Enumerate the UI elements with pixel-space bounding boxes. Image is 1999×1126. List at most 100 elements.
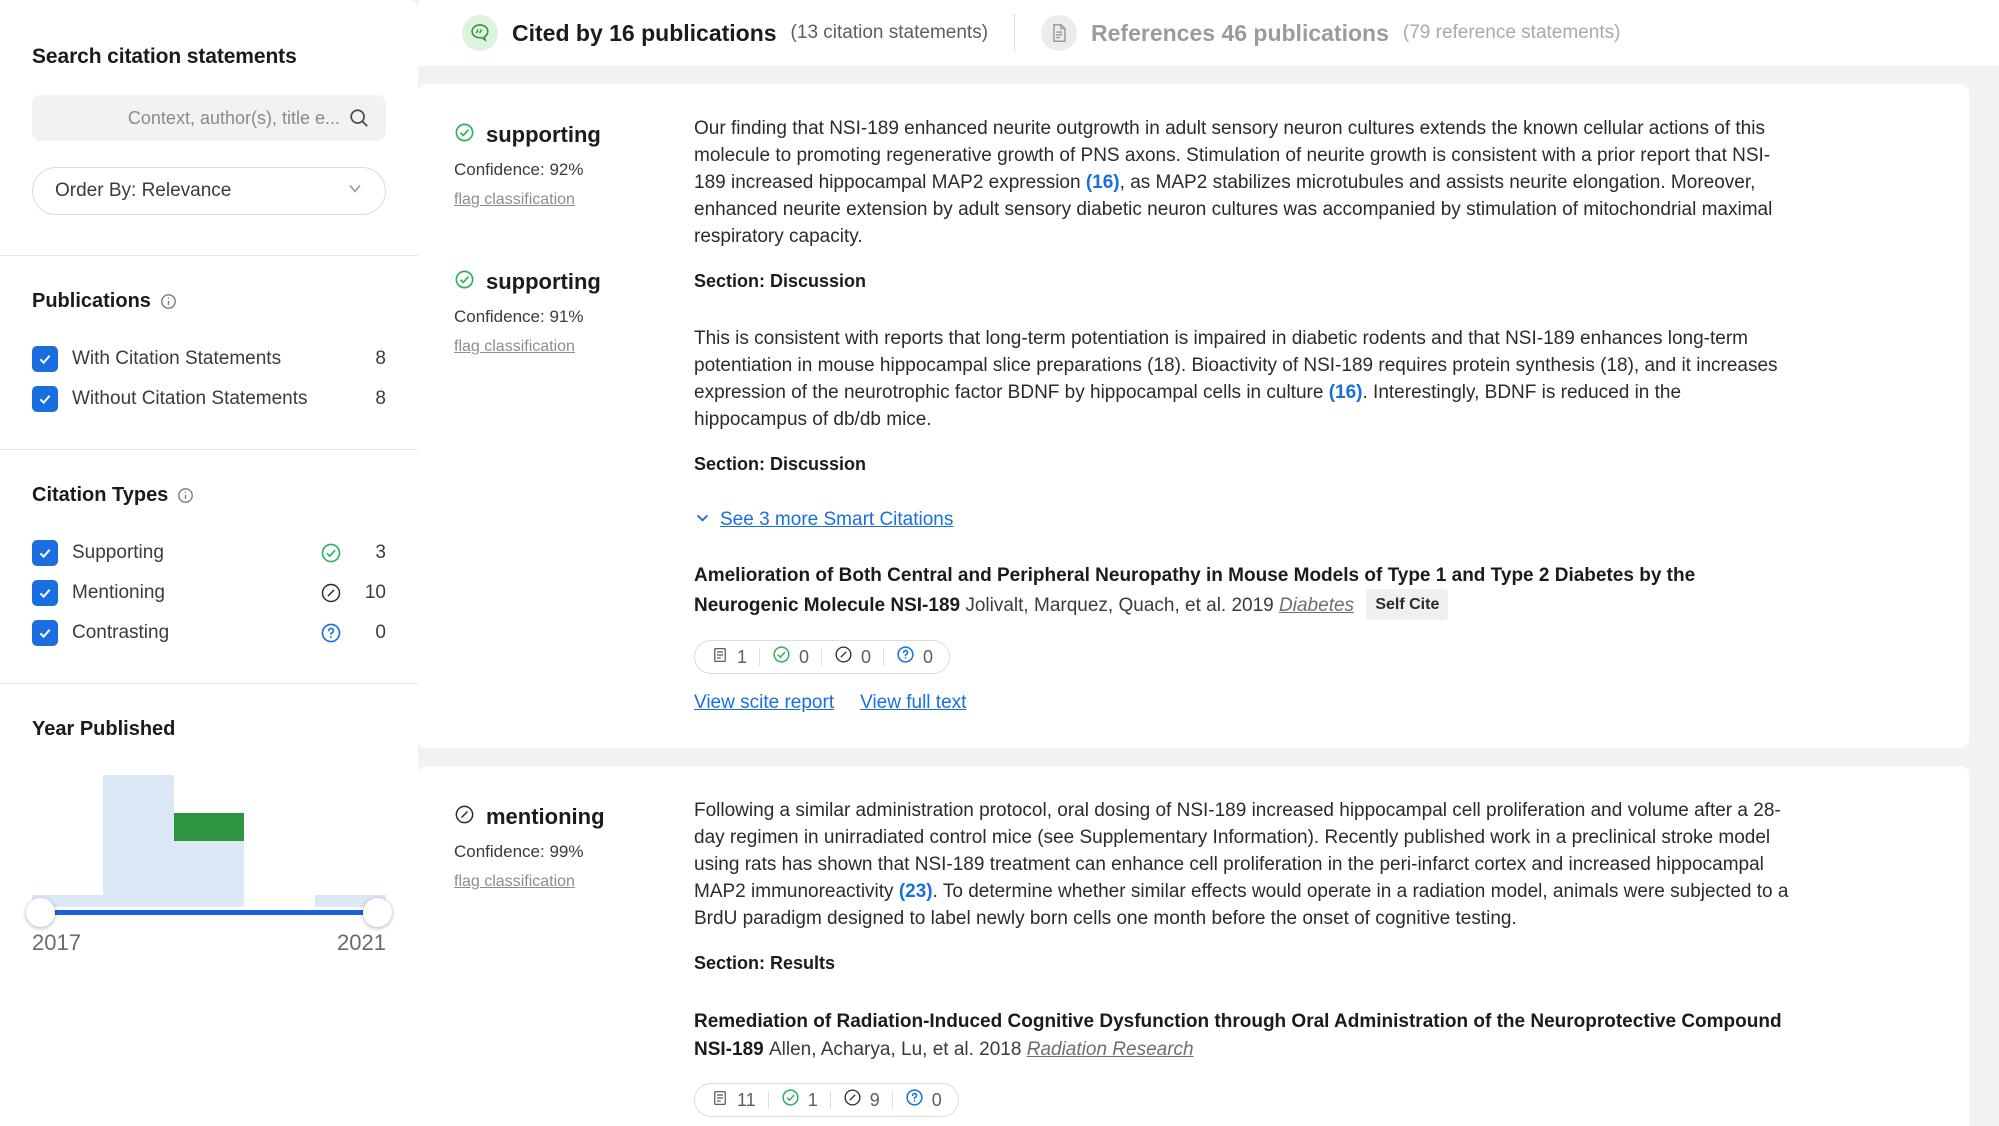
checkbox-with-citation-statements[interactable] [32, 346, 58, 372]
filter-row-without-citation-statements[interactable]: Without Citation Statements 8 [32, 379, 386, 419]
publications-heading-label: Publications [32, 290, 151, 313]
view-full-text-link[interactable]: View full text [860, 692, 966, 714]
stat-value: 0 [799, 647, 809, 668]
year-published-filter: Year Published [0, 684, 418, 1126]
stat-value: 0 [861, 647, 871, 668]
info-icon[interactable] [177, 487, 194, 504]
filter-row-contrasting[interactable]: Contrasting 0 [32, 613, 386, 653]
classification-type: supporting [486, 122, 601, 148]
stat-value: 9 [870, 1090, 880, 1111]
slider-handle-max[interactable] [363, 898, 392, 927]
card-links: View scite report View full text [694, 692, 1794, 714]
stat-mentioning[interactable]: 0 [822, 645, 883, 669]
stat-supporting[interactable]: 1 [769, 1088, 830, 1112]
search-heading: Search citation statements [32, 0, 386, 69]
filter-count: 10 [352, 582, 386, 604]
histogram-bar-2020 [244, 775, 315, 907]
citation-stats-chips: 11 1 [694, 1083, 959, 1117]
confidence-value: Confidence: 99% [454, 842, 694, 862]
publication-authors: Allen, Acharya, Lu, et al. [769, 1039, 974, 1060]
stat-contrasting[interactable]: 0 [884, 645, 945, 669]
citation-statement: Our finding that NSI-189 enhanced neurit… [694, 116, 1794, 292]
citation-types-filter: Citation Types Supporting 3 [0, 450, 418, 683]
citation-types-heading-label: Citation Types [32, 484, 168, 507]
stat-supporting[interactable]: 0 [760, 645, 821, 669]
see-more-smart-citations-link[interactable]: See 3 more Smart Citations [694, 509, 1794, 532]
tab-cited-by[interactable]: Cited by 16 publications (13 citation st… [440, 0, 1010, 66]
quote-bubble-icon [462, 15, 498, 51]
flag-classification-link[interactable]: flag classification [454, 338, 575, 355]
publication-journal[interactable]: Diabetes [1279, 595, 1354, 616]
publications-filter: Publications With Citation Statements 8 [0, 256, 418, 449]
publication-year: 2018 [979, 1039, 1021, 1060]
publications-heading: Publications [32, 290, 386, 313]
flag-classification-link[interactable]: flag classification [454, 191, 575, 208]
stat-citing-publications[interactable]: 1 [699, 646, 759, 669]
checkbox-supporting[interactable] [32, 540, 58, 566]
citation-list[interactable]: supporting Confidence: 92% flag classifi… [418, 66, 1999, 1126]
classification-column: supporting Confidence: 92% flag classifi… [454, 116, 694, 714]
checkbox-mentioning[interactable] [32, 580, 58, 606]
stat-contrasting[interactable]: 0 [893, 1088, 954, 1112]
tab-references-title: References 46 publications [1091, 20, 1389, 47]
self-cite-badge: Self Cite [1366, 589, 1448, 620]
publication-year: 2019 [1231, 595, 1273, 616]
checkbox-without-citation-statements[interactable] [32, 386, 58, 412]
stat-value: 11 [737, 1090, 756, 1111]
stat-value: 1 [737, 647, 747, 668]
filter-label: Supporting [72, 542, 310, 564]
document-icon [711, 646, 729, 669]
histogram-bar-2017 [32, 775, 103, 907]
publication-title[interactable]: Remediation of Radiation-Induced Cogniti… [694, 1008, 1794, 1063]
slider-handle-min[interactable] [26, 898, 55, 927]
info-icon[interactable] [160, 293, 177, 310]
citation-stats-chips: 1 0 [694, 640, 950, 674]
filter-label: Mentioning [72, 582, 310, 604]
check-circle-icon [310, 542, 352, 564]
classification-header: supporting [454, 122, 694, 148]
confidence-value: Confidence: 92% [454, 160, 694, 180]
filter-count: 8 [372, 348, 386, 370]
histogram-bar-2018 [103, 775, 174, 907]
order-by-select[interactable]: Order By: Relevance [32, 167, 386, 215]
citation-types-heading: Citation Types [32, 484, 386, 507]
year-histogram [32, 775, 386, 907]
reference-link[interactable]: (16) [1086, 172, 1120, 193]
view-scite-report-link[interactable]: View scite report [694, 692, 834, 714]
check-circle-icon [781, 1088, 800, 1112]
order-by-label: Order By: Relevance [55, 180, 231, 202]
statement-text: Our finding that NSI-189 enhanced neurit… [694, 116, 1794, 251]
citation-statement: Following a similar administration proto… [694, 798, 1794, 974]
citation-card: mentioning Confidence: 99% flag classifi… [418, 766, 1969, 1126]
filter-row-supporting[interactable]: Supporting 3 [32, 533, 386, 573]
histogram-bar-2019 [174, 775, 245, 907]
reference-link[interactable]: (23) [899, 881, 933, 902]
classification-type: supporting [486, 269, 601, 295]
slash-circle-icon [834, 645, 853, 669]
year-max-label: 2021 [337, 930, 386, 956]
filter-row-mentioning[interactable]: Mentioning 10 [32, 573, 386, 613]
search-section: Search citation statements Order By: Rel… [0, 0, 418, 255]
statement-section: Section: Discussion [694, 271, 1794, 292]
search-input-wrapper[interactable] [32, 95, 386, 141]
stat-citing-publications[interactable]: 11 [699, 1089, 768, 1112]
stat-mentioning[interactable]: 9 [831, 1088, 892, 1112]
check-circle-icon [454, 122, 475, 148]
search-input[interactable] [48, 108, 370, 129]
slider-track[interactable] [40, 910, 378, 915]
tab-references-subtitle: (79 reference statements) [1403, 22, 1621, 44]
tab-references[interactable]: References 46 publications (79 reference… [1019, 0, 1642, 66]
year-published-heading: Year Published [32, 718, 386, 741]
classification-header: mentioning [454, 804, 694, 830]
statement-column: Our finding that NSI-189 enhanced neurit… [694, 116, 1794, 714]
main-content: Cited by 16 publications (13 citation st… [418, 0, 1999, 1126]
year-range-slider[interactable] [32, 898, 386, 928]
citation-card: supporting Confidence: 92% flag classifi… [418, 84, 1969, 748]
publication-title[interactable]: Amelioration of Both Central and Periphe… [694, 562, 1794, 621]
publication-journal[interactable]: Radiation Research [1027, 1039, 1194, 1060]
filter-row-with-citation-statements[interactable]: With Citation Statements 8 [32, 339, 386, 379]
scite-citation-browser: Search citation statements Order By: Rel… [0, 0, 1999, 1126]
checkbox-contrasting[interactable] [32, 620, 58, 646]
flag-classification-link[interactable]: flag classification [454, 873, 575, 890]
reference-link[interactable]: (16) [1329, 382, 1363, 403]
